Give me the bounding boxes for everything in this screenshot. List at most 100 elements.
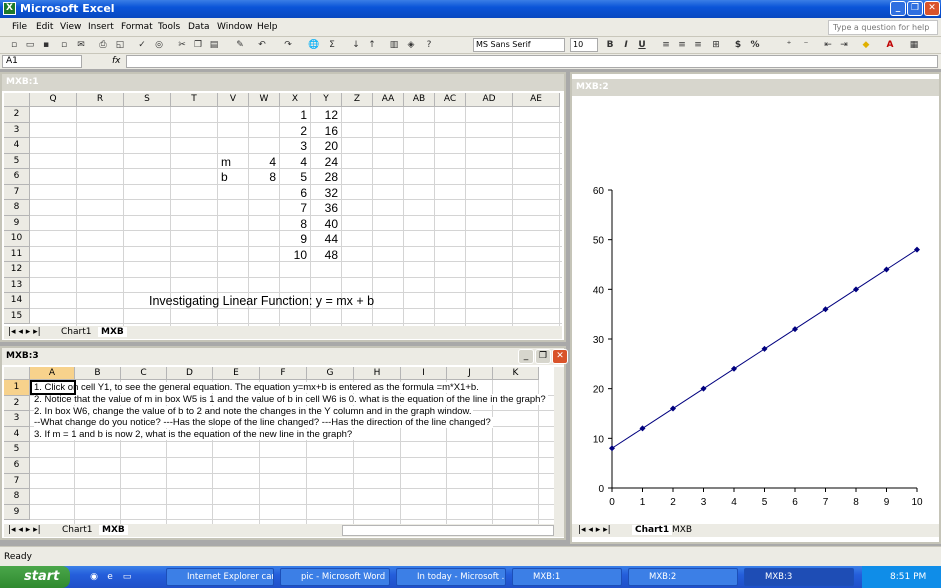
chart-tab-scroll-icons[interactable]: |◂ ◂ ▸ ▸| xyxy=(578,525,611,535)
x-value-cell[interactable]: 10 xyxy=(280,248,307,262)
menu-data[interactable]: Data xyxy=(188,22,210,32)
sort-ascending-icon[interactable]: ↓ xyxy=(350,39,362,51)
font-size-select[interactable]: 10 xyxy=(570,38,598,52)
spelling-icon[interactable]: ✓ xyxy=(136,39,148,51)
vertical-scrollbar[interactable] xyxy=(554,367,564,524)
decrease-decimal-icon[interactable]: ⁻ xyxy=(800,39,812,51)
menu-tools[interactable]: Tools xyxy=(158,22,180,32)
column-header[interactable]: W xyxy=(249,93,280,107)
paste-icon[interactable]: ▤ xyxy=(208,39,220,51)
x-value-cell[interactable]: 1 xyxy=(280,108,307,122)
font-name-select[interactable]: MS Sans Serif xyxy=(473,38,565,52)
horizontal-scrollbar[interactable] xyxy=(342,525,554,536)
start-button[interactable]: start xyxy=(0,566,70,588)
row-header[interactable]: 2 xyxy=(4,107,30,123)
column-header[interactable]: D xyxy=(167,367,213,380)
column-header[interactable]: Y xyxy=(311,93,342,107)
name-box[interactable]: A1 xyxy=(2,55,82,68)
open-icon[interactable]: ▭ xyxy=(24,39,36,51)
menu-help[interactable]: Help xyxy=(257,22,278,32)
increase-decimal-icon[interactable]: ⁺ xyxy=(783,39,795,51)
notes-tab-chart1[interactable]: Chart1 xyxy=(62,525,92,535)
column-header[interactable]: H xyxy=(354,367,401,380)
column-header[interactable]: AD xyxy=(466,93,513,107)
close-button[interactable]: ✕ xyxy=(924,1,940,16)
drawing-icon[interactable]: ◈ xyxy=(405,39,417,51)
borders-icon[interactable]: ▦ xyxy=(908,39,920,51)
row-header[interactable]: 15 xyxy=(4,308,30,324)
b-value-cell[interactable]: 8 xyxy=(249,170,276,184)
column-header[interactable]: AE xyxy=(513,93,560,107)
column-header[interactable]: C xyxy=(121,367,167,380)
column-header[interactable]: F xyxy=(260,367,307,380)
y-value-cell[interactable]: 36 xyxy=(311,201,338,215)
column-header[interactable]: R xyxy=(77,93,124,107)
column-header[interactable]: E xyxy=(213,367,260,380)
font-color-icon[interactable]: A xyxy=(884,39,896,51)
x-value-cell[interactable]: 4 xyxy=(280,155,307,169)
row-header[interactable]: 5 xyxy=(4,442,30,458)
align-right-icon[interactable]: ≡ xyxy=(692,39,704,51)
window-mxb1[interactable]: MXB:1 Q R S T V W X Y Z AA AB AC AD AE 2 3 4 5 6 7 8 9 10 11 12 1… xyxy=(0,72,566,342)
currency-button[interactable]: $ xyxy=(732,39,744,51)
column-header[interactable]: G xyxy=(307,367,354,380)
print-preview-icon[interactable]: ◱ xyxy=(114,39,126,51)
window-mxb3[interactable]: MXB:3 _ ❐ ✕ A B C D E F G H I J K 1 2 3 4 5 6 7 8 9 1. Click… xyxy=(0,346,568,540)
fill-color-icon[interactable]: ◆ xyxy=(860,39,872,51)
cut-icon[interactable]: ✂ xyxy=(176,39,188,51)
mxb3-minimize-button[interactable]: _ xyxy=(518,349,534,364)
y-value-cell[interactable]: 48 xyxy=(311,248,338,262)
column-header[interactable]: AC xyxy=(435,93,466,107)
folder-icon[interactable]: ▭ xyxy=(121,571,133,583)
row-header[interactable]: 11 xyxy=(4,246,30,262)
row-header[interactable]: 5 xyxy=(4,153,30,169)
menu-format[interactable]: Format xyxy=(121,22,153,32)
email-icon[interactable]: ✉ xyxy=(75,39,87,51)
row-header[interactable]: 7 xyxy=(4,184,30,200)
taskbar-item-word[interactable]: pic - Microsoft Word xyxy=(280,568,390,586)
m-label-cell[interactable]: m xyxy=(221,155,231,169)
column-header[interactable]: K xyxy=(493,367,539,380)
row-header[interactable]: 8 xyxy=(4,489,30,505)
row-header[interactable]: 13 xyxy=(4,277,30,293)
row-header[interactable]: 6 xyxy=(4,458,30,474)
permission-icon[interactable]: ▫ xyxy=(58,39,70,51)
quick-launch-icon[interactable]: ◉ xyxy=(88,571,100,583)
menu-insert[interactable]: Insert xyxy=(88,22,114,32)
mxb3-restore-button[interactable]: ❐ xyxy=(535,349,551,364)
research-icon[interactable]: ◎ xyxy=(153,39,165,51)
notes-tab-mxb[interactable]: MXB xyxy=(99,525,128,535)
column-header[interactable]: V xyxy=(218,93,249,107)
restore-button[interactable]: ❐ xyxy=(907,1,923,16)
menu-view[interactable]: View xyxy=(60,22,81,32)
row-header[interactable]: 14 xyxy=(4,293,30,309)
save-icon[interactable]: ▪ xyxy=(40,39,52,51)
taskbar-item-mxb3[interactable]: MXB:3 xyxy=(744,568,854,586)
taskbar-item-mxb2[interactable]: MXB:2 xyxy=(628,568,738,586)
taskbar-item-mail[interactable]: In today - Microsoft ... xyxy=(396,568,506,586)
underline-button[interactable]: U xyxy=(636,39,648,51)
row-header[interactable]: 3 xyxy=(4,411,30,427)
column-header[interactable]: T xyxy=(171,93,218,107)
bold-button[interactable]: B xyxy=(604,39,616,51)
x-value-cell[interactable]: 9 xyxy=(280,232,307,246)
menu-edit[interactable]: Edit xyxy=(36,22,53,32)
x-value-cell[interactable]: 5 xyxy=(280,170,307,184)
help-icon[interactable]: ? xyxy=(423,39,435,51)
row-header[interactable]: 9 xyxy=(4,504,30,521)
b-label-cell[interactable]: b xyxy=(221,170,228,184)
corner-cell[interactable] xyxy=(4,367,30,380)
row-header[interactable]: 4 xyxy=(4,426,30,443)
y-value-cell[interactable]: 28 xyxy=(311,170,338,184)
ie-icon[interactable]: e xyxy=(104,571,116,583)
tab-chart1[interactable]: Chart1 xyxy=(61,327,91,337)
align-left-icon[interactable]: ≡ xyxy=(660,39,672,51)
row-header[interactable]: 12 xyxy=(4,262,30,278)
row-header[interactable]: 3 xyxy=(4,122,30,138)
column-header[interactable]: B xyxy=(75,367,121,380)
column-header[interactable]: I xyxy=(401,367,447,380)
autosum-icon[interactable]: Σ xyxy=(326,39,338,51)
column-header[interactable]: X xyxy=(280,93,311,107)
formula-input[interactable] xyxy=(126,55,938,68)
minimize-button[interactable]: _ xyxy=(890,1,906,16)
